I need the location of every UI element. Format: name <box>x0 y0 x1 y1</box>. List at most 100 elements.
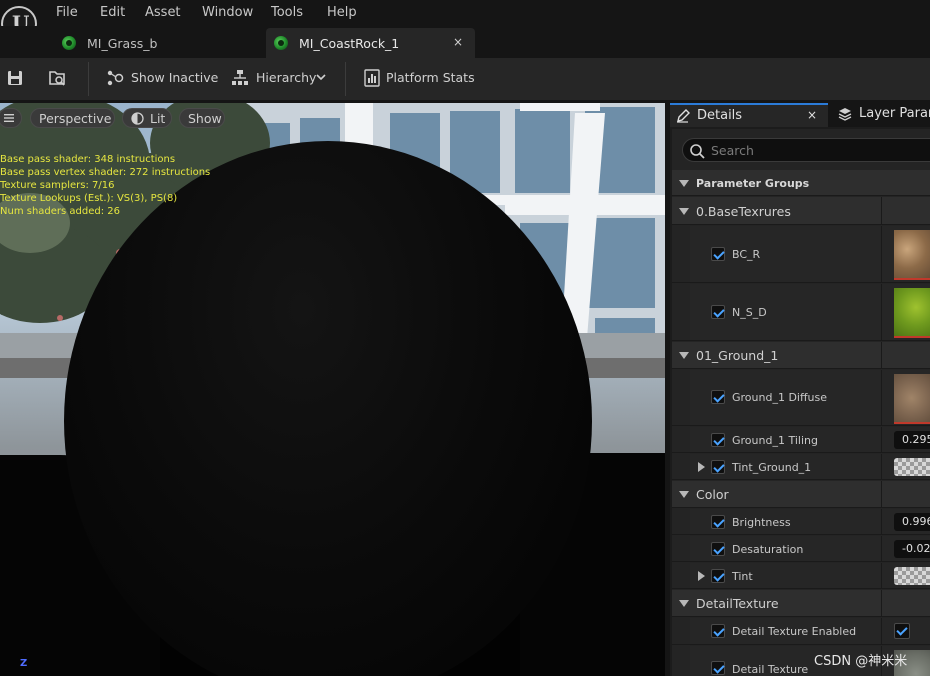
details-search-input[interactable]: Search <box>682 138 930 162</box>
color-swatch[interactable] <box>894 458 930 476</box>
tab-mi-grass-b[interactable]: MI_Grass_b <box>52 28 262 58</box>
row-indent <box>672 509 690 534</box>
browse-asset-button[interactable] <box>48 68 70 90</box>
platform-stats-button[interactable]: Platform Stats <box>363 68 475 90</box>
category-label: Parameter Groups <box>696 177 810 190</box>
row-indent <box>672 454 690 479</box>
layers-icon <box>838 108 852 121</box>
param-enable-checkbox[interactable] <box>711 515 725 529</box>
expand-arrow-icon[interactable] <box>698 571 705 581</box>
param-row-desaturation: Desaturation -0.02 <box>672 536 930 562</box>
column-divider <box>881 481 882 507</box>
tab-details[interactable]: Details × <box>670 103 828 127</box>
row-indent <box>672 618 690 644</box>
tab-label: MI_Grass_b <box>87 36 158 51</box>
stat-line: Texture Lookups (Est.): VS(3), PS(8) <box>0 193 178 204</box>
group-color[interactable]: Color <box>672 481 930 508</box>
row-indent <box>672 226 690 282</box>
column-divider <box>881 590 882 616</box>
material-preview-viewport[interactable]: Perspective Lit Show Base pass shader: 3… <box>0 103 665 676</box>
hierarchy-dropdown[interactable]: Hierarchy <box>231 68 331 90</box>
texture-thumbnail-rock[interactable] <box>894 230 930 280</box>
param-label: Ground_1 Diffuse <box>732 391 828 404</box>
number-input[interactable]: 0.996 <box>894 513 930 531</box>
show-label: Show <box>188 111 222 126</box>
save-button[interactable] <box>6 68 26 90</box>
group-label: 01_Ground_1 <box>696 348 779 363</box>
menu-help[interactable]: Help <box>327 5 357 20</box>
param-enable-checkbox[interactable] <box>711 305 725 319</box>
menu-file[interactable]: File <box>56 5 78 20</box>
category-parameter-groups[interactable]: Parameter Groups <box>672 170 930 196</box>
layer-tab-label: Layer Param <box>859 106 930 121</box>
lit-label: Lit <box>150 111 166 126</box>
param-row-ground-1-diffuse: Ground_1 Diffuse <box>672 370 930 426</box>
row-indent <box>672 646 690 676</box>
view-mode-dropdown[interactable]: Lit <box>122 108 172 128</box>
param-row-brightness: Brightness 0.996 <box>672 509 930 535</box>
color-swatch[interactable] <box>894 567 930 585</box>
param-label: Ground_1 Tiling <box>732 434 818 447</box>
collapse-caret-icon[interactable] <box>679 491 689 498</box>
details-close-icon[interactable]: × <box>807 108 817 122</box>
param-label: Detail Texture Enabled <box>732 625 857 638</box>
toolbar-divider <box>88 62 89 96</box>
menu-asset[interactable]: Asset <box>145 5 181 20</box>
collapse-caret-icon[interactable] <box>679 208 689 215</box>
perspective-dropdown[interactable]: Perspective <box>30 108 115 128</box>
number-input[interactable]: -0.02 <box>894 540 930 558</box>
texture-thumbnail-normal[interactable] <box>894 288 930 338</box>
nodes-icon <box>107 70 124 86</box>
column-divider <box>881 454 882 479</box>
column-divider <box>881 509 882 534</box>
param-enable-checkbox[interactable] <box>711 661 725 675</box>
param-enable-checkbox[interactable] <box>711 569 725 583</box>
param-row-bc-r: BC_R <box>672 226 930 283</box>
group-detailtexture[interactable]: DetailTexture <box>672 590 930 617</box>
row-indent <box>672 284 690 340</box>
show-inactive-button[interactable]: Show Inactive <box>106 68 218 90</box>
tab-close-icon[interactable]: × <box>453 35 463 49</box>
bool-value-checkbox[interactable] <box>894 623 910 639</box>
number-value: -0.02 <box>902 542 930 555</box>
param-enable-checkbox[interactable] <box>711 460 725 474</box>
param-enable-checkbox[interactable] <box>711 542 725 556</box>
viewport-options-button[interactable] <box>0 108 22 128</box>
platform-stats-label: Platform Stats <box>386 70 475 85</box>
param-enable-checkbox[interactable] <box>711 433 725 447</box>
tab-layer-parameters[interactable]: Layer Param <box>834 103 930 127</box>
collapse-caret-icon[interactable] <box>679 600 689 607</box>
menu-edit[interactable]: Edit <box>100 5 125 20</box>
param-enable-checkbox[interactable] <box>711 247 725 261</box>
material-instance-icon <box>62 36 76 50</box>
collapse-caret-icon[interactable] <box>679 352 689 359</box>
details-tab-label: Details <box>697 108 743 123</box>
menu-tools[interactable]: Tools <box>271 5 303 20</box>
group-ground-1[interactable]: 01_Ground_1 <box>672 342 930 369</box>
texture-thumbnail-ground[interactable] <box>894 374 930 424</box>
column-divider <box>881 342 882 368</box>
column-divider <box>881 197 882 224</box>
menu-bar: File Edit Asset Window Tools Help <box>0 0 930 42</box>
stat-line: Base pass shader: 348 instructions <box>0 154 176 165</box>
preview-sphere-mesh <box>64 141 592 676</box>
tab-label: MI_CoastRock_1 <box>299 36 400 51</box>
number-input[interactable]: 0.295 <box>894 431 930 449</box>
param-row-tint-ground-1: Tint_Ground_1 <box>672 454 930 480</box>
tab-mi-coastrock-1[interactable]: MI_CoastRock_1 × <box>266 28 475 58</box>
hierarchy-label: Hierarchy <box>256 70 317 85</box>
expand-arrow-icon[interactable] <box>698 462 705 472</box>
hamburger-menu-icon <box>4 114 14 122</box>
param-enable-checkbox[interactable] <box>711 624 725 638</box>
param-row-tint: Tint <box>672 563 930 589</box>
collapse-caret-icon[interactable] <box>679 180 689 187</box>
save-icon <box>8 71 22 85</box>
group-basetextures[interactable]: 0.BaseTexrures <box>672 197 930 225</box>
show-dropdown[interactable]: Show <box>179 108 225 128</box>
param-enable-checkbox[interactable] <box>711 390 725 404</box>
toolbar-divider <box>345 62 346 96</box>
stat-line: Texture samplers: 7/16 <box>0 180 115 191</box>
param-row-ground-1-tiling: Ground_1 Tiling 0.295 <box>672 427 930 453</box>
menu-window[interactable]: Window <box>202 5 253 20</box>
param-label: Tint_Ground_1 <box>732 461 812 474</box>
